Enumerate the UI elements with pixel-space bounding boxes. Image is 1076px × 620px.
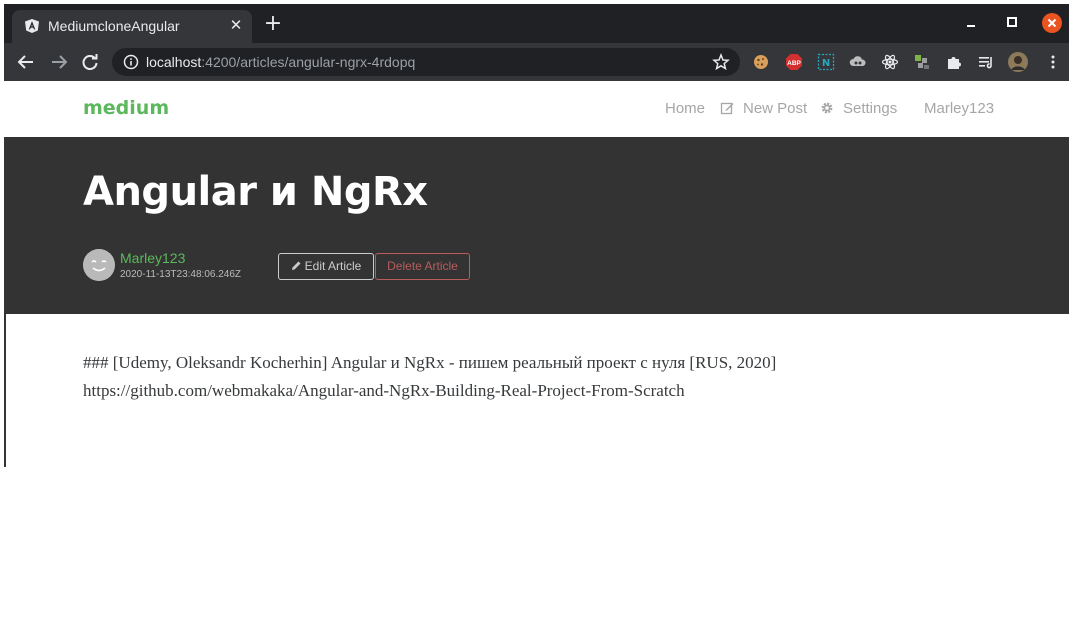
forward-arrow-icon[interactable] [48,51,70,73]
nav-home-link[interactable]: Home [665,100,705,117]
url-host: localhost [146,54,202,70]
delete-article-button[interactable]: Delete Article [375,253,470,280]
site-navbar: medium Home New Post Settings Marley123 [4,81,1069,137]
browser-toolbar: localhost:4200/articles/angular-ngrx-4rd… [4,43,1069,81]
gear-icon [821,102,833,114]
url-text: localhost:4200/articles/angular-ngrx-4rd… [146,54,415,70]
window-close-icon[interactable] [1042,13,1062,33]
new-tab-button[interactable]: + [262,13,284,36]
tab-title: MediumcloneAngular [48,18,180,34]
page-content: medium Home New Post Settings Marley123 … [4,81,1069,467]
address-bar[interactable]: localhost:4200/articles/angular-ngrx-4rd… [112,48,740,76]
adblock-icon[interactable]: ABP [785,53,803,71]
tab-close-icon[interactable]: ✕ [228,17,244,33]
cloud-icon[interactable] [849,53,867,71]
author-avatar[interactable] [83,249,115,281]
notion-label: N [822,58,830,69]
minimize-icon[interactable] [962,12,982,32]
back-arrow-icon[interactable] [15,51,37,73]
article-body: ### [Udemy, Oleksandr Kocherhin] Angular… [83,349,1043,405]
media-queue-icon[interactable] [977,53,995,71]
url-path: :4200/articles/angular-ngrx-4rdopq [201,54,416,70]
adblock-label: ABP [787,60,801,67]
nav-new-post-link[interactable]: New Post [743,100,807,117]
page-left-edge [4,314,6,467]
bookmark-star-icon[interactable] [712,53,730,71]
article-date: 2020-11-13T23:48:06.246Z [120,269,242,280]
edit-article-label: Edit Article [304,259,362,273]
maximize-icon[interactable] [1002,12,1022,32]
angular-favicon-icon [25,19,39,33]
brand-logo[interactable]: medium [83,97,169,119]
react-devtools-icon[interactable] [881,53,899,71]
browser-tab[interactable]: MediumcloneAngular ✕ [12,10,252,43]
article-body-line: ### [Udemy, Oleksandr Kocherhin] Angular… [83,353,777,372]
browser-window: MediumcloneAngular ✕ + localhost:4200/ar… [4,4,1069,467]
article-banner: Angular и NgRx Marley123 2020-11-13T23:4… [4,137,1069,314]
author-name-link[interactable]: Marley123 [120,250,185,266]
puzzle-icon[interactable] [945,53,963,71]
article-body-line: https://github.com/webmakaka/Angular-and… [83,381,685,400]
redux-icon[interactable] [913,53,931,71]
nav-user-link[interactable]: Marley123 [924,100,994,117]
edit-article-button[interactable]: Edit Article [278,253,374,280]
reload-icon[interactable] [79,51,101,73]
nav-settings-link[interactable]: Settings [843,100,897,117]
notion-icon[interactable]: N [817,53,835,71]
pencil-icon [291,261,301,270]
profile-avatar-icon[interactable] [1008,52,1028,72]
cookie-icon[interactable] [752,53,770,71]
edit-icon [720,102,734,115]
article-title: Angular и NgRx [83,169,428,215]
menu-dots-icon[interactable] [1044,53,1062,71]
info-icon[interactable] [123,54,139,70]
tab-strip: MediumcloneAngular ✕ + [4,4,1069,43]
